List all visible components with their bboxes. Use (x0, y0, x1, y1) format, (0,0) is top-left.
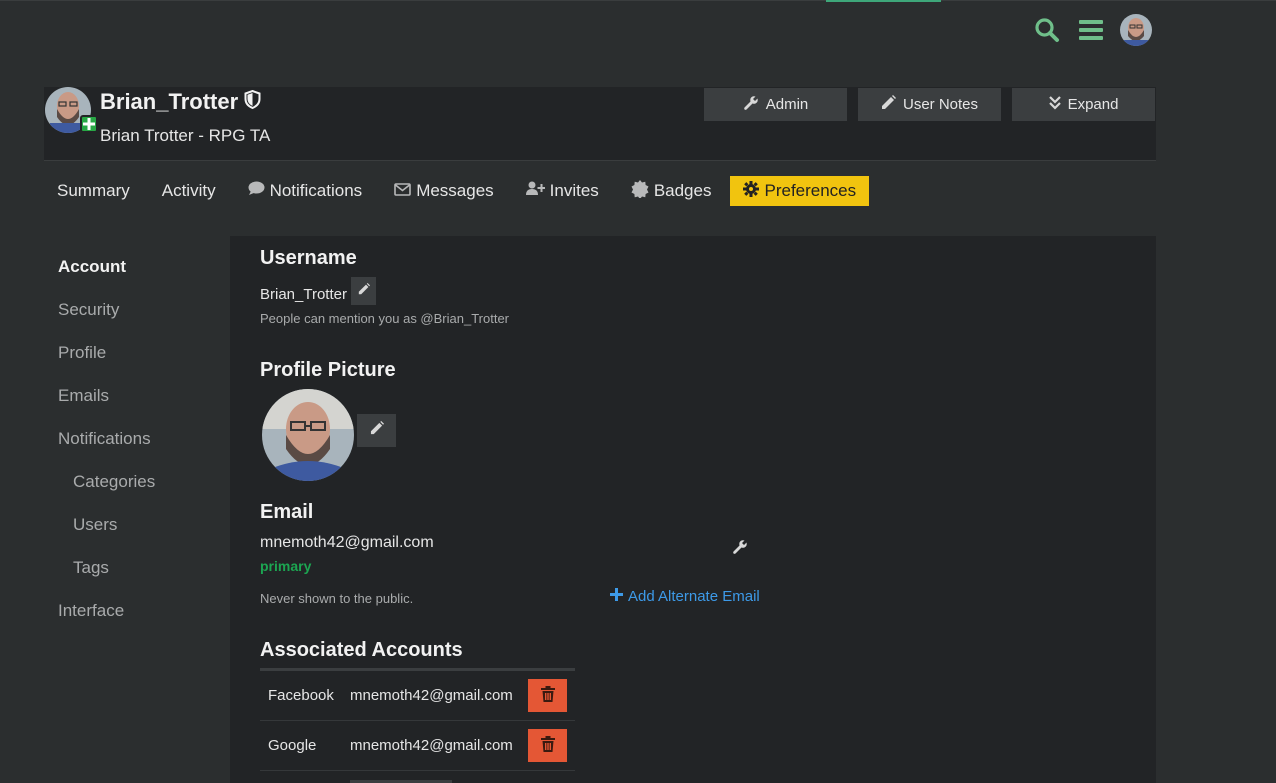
current-user-avatar[interactable] (1120, 14, 1152, 46)
tab-badges-label: Badges (653, 181, 712, 200)
header-icons (1032, 14, 1152, 46)
sidebar-item-emails[interactable]: Emails (58, 374, 155, 417)
pencil-icon (881, 95, 896, 114)
user-plus-icon (525, 181, 546, 201)
sidebar-item-notifications[interactable]: Notifications (58, 417, 155, 460)
user-card: Brian_Trotter Brian Trotter - RPG TA Adm… (44, 87, 1156, 161)
user-title: Brian Trotter - RPG TA (100, 126, 271, 145)
wrench-icon (743, 95, 759, 115)
tab-badges[interactable]: Badges (618, 176, 725, 206)
plus-badge-icon (80, 115, 98, 133)
sidebar-item-profile[interactable]: Profile (58, 331, 155, 374)
add-alternate-email-label: Add Alternate Email (628, 588, 760, 605)
tab-invites-label: Invites (549, 181, 599, 200)
shield-icon (244, 89, 261, 115)
user-nav: Summary Activity Notifications Messages … (44, 176, 875, 206)
top-border (0, 0, 1276, 1)
badge-icon (631, 179, 649, 203)
admin-button-label: Admin (765, 96, 809, 113)
provider-email: mnemoth42@gmail.com (350, 687, 513, 704)
add-alternate-email-link[interactable]: Add Alternate Email (610, 588, 760, 605)
profile-picture-heading: Profile Picture (260, 359, 396, 381)
top-accent-bar (826, 0, 941, 2)
username-hint: People can mention you as @Brian_Trotter (260, 311, 510, 326)
user-notes-button[interactable]: User Notes (858, 88, 1001, 121)
user-name: Brian_Trotter (100, 89, 261, 115)
email-value: mnemoth42@gmail.com (260, 534, 434, 551)
provider-name: Facebook (268, 687, 334, 704)
tab-invites[interactable]: Invites (513, 176, 612, 206)
pencil-icon (370, 421, 384, 440)
email-heading: Email (260, 501, 314, 523)
tab-summary-label: Summary (57, 181, 130, 200)
provider-email: mnemoth42@gmail.com (350, 737, 513, 754)
primary-email-badge: primary (260, 558, 312, 574)
sidebar-item-account[interactable]: Account (58, 245, 155, 288)
plus-icon (610, 588, 623, 605)
sidebar-item-users[interactable]: Users (58, 503, 155, 546)
sidebar-item-tags[interactable]: Tags (58, 546, 155, 589)
email-wrench-icon[interactable] (732, 539, 748, 560)
expand-button-label: Expand (1067, 96, 1119, 113)
revoke-facebook-button[interactable] (528, 679, 567, 712)
tab-messages-label: Messages (416, 181, 494, 200)
envelope-icon (394, 181, 411, 201)
user-name-text: Brian_Trotter (100, 89, 239, 114)
profile-picture (262, 389, 354, 481)
username-heading: Username (260, 247, 357, 269)
tab-notifications-label: Notifications (269, 181, 363, 200)
search-icon[interactable] (1032, 15, 1062, 45)
admin-button[interactable]: Admin (704, 88, 847, 121)
double-chevron-down-icon (1048, 95, 1061, 114)
sidebar-item-security[interactable]: Security (58, 288, 155, 331)
tab-preferences[interactable]: Preferences (730, 176, 870, 206)
provider-name: Google (268, 737, 317, 754)
tab-summary[interactable]: Summary (44, 176, 143, 206)
associated-accounts-table: Facebook mnemoth42@gmail.com Google mnem… (260, 668, 575, 771)
trash-icon (540, 735, 555, 756)
edit-profile-picture-button[interactable] (357, 414, 396, 447)
revoke-google-button[interactable] (528, 729, 567, 762)
associated-accounts-heading: Associated Accounts (260, 639, 463, 661)
tab-activity[interactable]: Activity (149, 176, 229, 206)
account-panel: Username Brian_Trotter People can mentio… (230, 236, 1156, 783)
edit-username-button[interactable] (351, 277, 376, 305)
preferences-sidebar: Account Security Profile Emails Notifica… (58, 245, 155, 632)
tab-messages[interactable]: Messages (381, 176, 506, 206)
trash-icon (540, 685, 555, 706)
tab-preferences-label: Preferences (764, 181, 857, 200)
tab-notifications[interactable]: Notifications (235, 176, 376, 206)
sidebar-item-interface[interactable]: Interface (58, 589, 155, 632)
gear-icon (743, 180, 760, 202)
table-row: Facebook mnemoth42@gmail.com (260, 671, 575, 721)
email-hint: Never shown to the public. (260, 591, 414, 606)
table-row: Google mnemoth42@gmail.com (260, 721, 575, 771)
expand-button[interactable]: Expand (1012, 88, 1155, 121)
hamburger-menu-icon[interactable] (1076, 15, 1106, 45)
user-notes-button-label: User Notes (902, 96, 979, 113)
pencil-icon (358, 282, 370, 300)
tab-activity-label: Activity (161, 181, 216, 200)
username-value: Brian_Trotter (260, 286, 347, 303)
comment-icon (248, 181, 265, 201)
sidebar-item-categories[interactable]: Categories (58, 460, 155, 503)
